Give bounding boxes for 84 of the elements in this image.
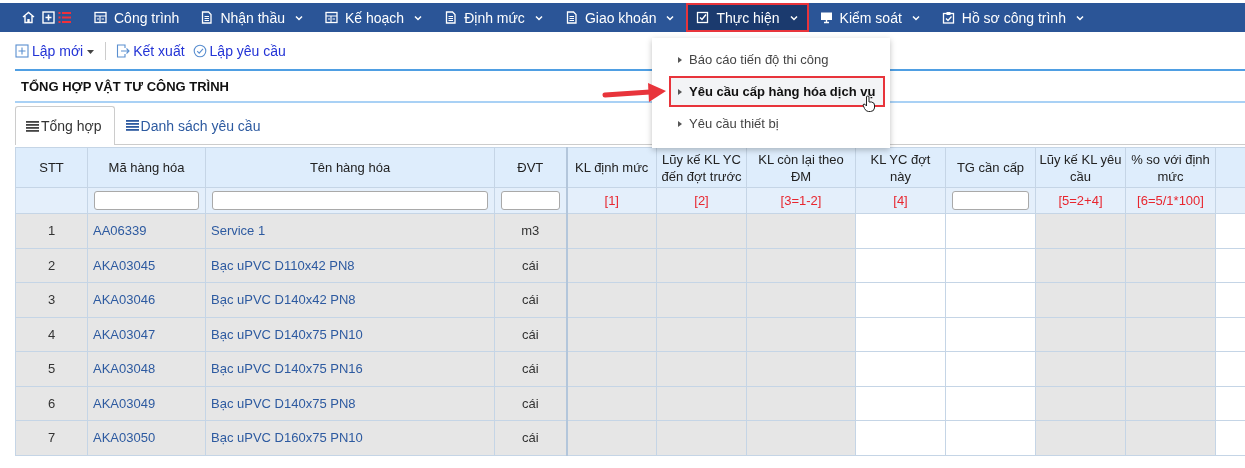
panel-title: TỔNG HỢP VẬT TƯ CÔNG TRÌNH xyxy=(21,78,229,94)
toolbar-button[interactable]: Lập mới xyxy=(15,43,96,59)
dropdown-item[interactable]: Báo cáo tiến độ thi công xyxy=(670,45,884,74)
column-header: KL YC đợt này xyxy=(855,147,946,188)
dropdown-item[interactable]: Yêu cầu cấp hàng hóa dịch vụ xyxy=(670,77,884,106)
nav-menu-item[interactable]: Hồ sơ công trình xyxy=(932,4,1094,31)
tab[interactable]: Danh sách yêu cầu xyxy=(114,106,272,144)
column-header: Mã hàng hóa xyxy=(87,147,206,188)
formula-cell: [4] xyxy=(855,187,946,214)
formula-cell: [5=2+4] xyxy=(1035,187,1126,214)
document-icon xyxy=(444,11,458,24)
table-cell: 3 xyxy=(15,282,88,317)
nav-menu-item[interactable]: Công trình xyxy=(85,4,189,31)
table-icon xyxy=(94,11,107,24)
table-cell: 6 xyxy=(15,386,88,421)
column-header: KL còn lại theo ĐM xyxy=(746,147,856,188)
column-header: % so với định mức xyxy=(1125,147,1216,188)
formula-cell: [3=1-2] xyxy=(746,187,856,214)
table-cell: Bạc uPVC D160x75 PN10 xyxy=(205,420,495,455)
list-icon xyxy=(26,120,39,132)
column-header: Lũy kế KL yêu cầu xyxy=(1035,147,1126,188)
table-cell: cái xyxy=(494,317,567,352)
table-cell: Bạc uPVC D140x75 PN16 xyxy=(205,351,495,386)
column-header: TG cần cấp xyxy=(945,147,1036,188)
arrow-annotation xyxy=(602,83,666,102)
list-icon xyxy=(125,120,139,131)
table-cell: 5 xyxy=(15,351,88,386)
table-cell: AKA03045 xyxy=(87,248,206,283)
table-cell: 2 xyxy=(15,248,88,283)
column-header: KL định mức xyxy=(566,147,657,188)
table-cell: AKA03047 xyxy=(87,317,206,352)
toolbar-button[interactable]: Kết xuất xyxy=(116,43,185,59)
table-cell: 1 xyxy=(15,213,88,248)
column-header: ĐVT xyxy=(494,147,567,188)
export-icon xyxy=(116,44,131,58)
nav-menu-item[interactable]: Kiểm soát xyxy=(810,4,930,31)
table-cell: Service 1 xyxy=(205,213,495,248)
filter-field[interactable] xyxy=(94,191,199,210)
table-cell: 7 xyxy=(15,420,88,455)
add-icon xyxy=(15,44,29,58)
table-cell: cái xyxy=(494,351,567,386)
table-cell: Bạc uPVC D110x42 PN8 xyxy=(205,248,495,283)
nav-menu-item[interactable]: Định mức xyxy=(435,4,553,31)
table-cell: AKA03048 xyxy=(87,351,206,386)
home-icon[interactable] xyxy=(22,11,35,24)
formula-cell: [1] xyxy=(566,187,657,214)
table-cell: AKA03050 xyxy=(87,420,206,455)
formula-cell: [6=5/1*100] xyxy=(1125,187,1216,214)
nav-menu-item[interactable]: Thực hiện xyxy=(687,4,808,31)
table-cell: 4 xyxy=(15,317,88,352)
nav-menu-item[interactable]: Giao khoán xyxy=(555,4,685,31)
column-header: Tên hàng hóa xyxy=(205,147,495,188)
table-cell: AKA03049 xyxy=(87,386,206,421)
add-icon[interactable] xyxy=(42,11,55,24)
table-cell: Bạc uPVC D140x75 PN10 xyxy=(205,317,495,352)
toolbar-button[interactable]: Lập yêu cầu xyxy=(192,43,286,59)
nav-menu-item[interactable]: Nhận thầu xyxy=(191,4,313,31)
filter-field[interactable] xyxy=(952,191,1029,210)
table-cell: Bạc uPVC D140x42 PN8 xyxy=(205,282,495,317)
filter-field[interactable] xyxy=(501,191,560,210)
table-cell: m3 xyxy=(494,213,567,248)
table-cell: AA06339 xyxy=(87,213,206,248)
bullet-icon xyxy=(678,120,682,127)
table-icon xyxy=(325,11,338,24)
formula-cell: [2] xyxy=(656,187,747,214)
clipboard-icon xyxy=(941,11,955,24)
table-cell: AKA03046 xyxy=(87,282,206,317)
tab[interactable]: Tổng hợp xyxy=(15,106,115,145)
table-cell: cái xyxy=(494,420,567,455)
check-circle-icon xyxy=(192,44,207,58)
monitor-icon xyxy=(819,11,833,24)
table-cell: Bạc uPVC D140x75 PN8 xyxy=(205,386,495,421)
document-icon xyxy=(564,11,578,24)
column-header: Lũy kế KL YC đến đợt trước xyxy=(656,147,747,188)
bullet-icon xyxy=(678,56,682,63)
table-cell: cái xyxy=(494,248,567,283)
table-cell: cái xyxy=(494,386,567,421)
column-header: STT xyxy=(15,147,88,188)
table-cell: cái xyxy=(494,282,567,317)
document-icon xyxy=(200,11,214,24)
nav-menu-item[interactable]: Kế hoạch xyxy=(316,4,433,31)
bullet-icon xyxy=(678,88,682,95)
checkbox-icon xyxy=(696,11,710,24)
filter-field[interactable] xyxy=(212,191,488,210)
